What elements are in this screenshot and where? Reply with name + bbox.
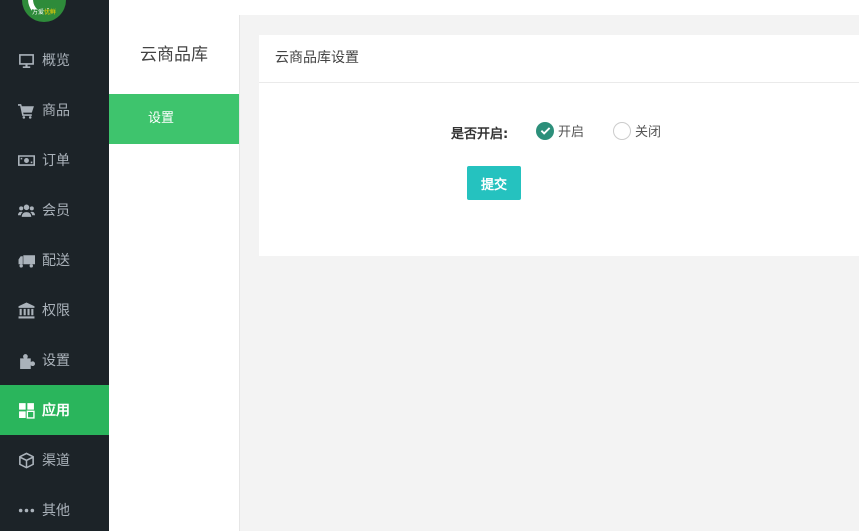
sidebar-item-goods[interactable]: 商品 — [0, 85, 109, 135]
sidebar-item-other[interactable]: 其他 — [0, 485, 109, 531]
users-icon — [17, 201, 35, 219]
money-icon — [17, 151, 35, 169]
top-bar — [109, 0, 859, 15]
ellipsis-icon — [17, 501, 35, 519]
brand-logo[interactable]: 万爱优鲜 — [22, 0, 66, 22]
sidebar-item-overview[interactable]: 概览 — [0, 35, 109, 85]
panel-title: 云商品库设置 — [259, 35, 859, 83]
radio-enable[interactable]: 开启 — [536, 121, 584, 140]
app-root: 万爱优鲜 概览 商品 订单 会员 配送 权限 设置 应用 渠道 其他 云商品库 … — [0, 0, 859, 531]
radio-disable[interactable]: 关闭 — [613, 121, 661, 140]
bank-icon — [17, 301, 35, 319]
cart-icon — [17, 101, 35, 119]
logo-text: 万爱优鲜 — [32, 9, 57, 17]
settings-panel: 云商品库设置 是否开启: 开启 关闭 提交 — [259, 35, 859, 256]
subnav-title: 云商品库 — [140, 45, 208, 65]
monitor-icon — [17, 51, 35, 69]
enable-field-label: 是否开启: — [451, 127, 509, 142]
sidebar-item-label: 会员 — [42, 203, 70, 219]
sidebar-item-apps[interactable]: 应用 — [0, 385, 109, 435]
sidebar-item-label: 订单 — [42, 153, 70, 169]
sidebar-item-label: 配送 — [42, 253, 70, 269]
radio-enable-label: 开启 — [558, 125, 585, 140]
main-sidebar: 万爱优鲜 概览 商品 订单 会员 配送 权限 设置 应用 渠道 其他 — [0, 0, 109, 531]
sidebar-item-label: 其他 — [42, 503, 70, 519]
radio-disable-label: 关闭 — [635, 125, 662, 140]
sidebar-item-members[interactable]: 会员 — [0, 185, 109, 235]
secondary-sidebar: 云商品库 设置 — [109, 15, 240, 531]
sidebar-item-label: 权限 — [42, 303, 70, 319]
sidebar-item-delivery[interactable]: 配送 — [0, 235, 109, 285]
sidebar-item-label: 设置 — [42, 353, 70, 369]
puzzle-icon — [17, 351, 35, 369]
apps-icon — [17, 401, 35, 419]
sidebar-item-channels[interactable]: 渠道 — [0, 435, 109, 485]
radio-empty-icon — [613, 121, 631, 140]
sidebar-item-label: 概览 — [42, 53, 70, 69]
sidebar-item-settings[interactable]: 设置 — [0, 335, 109, 385]
subnav-item-settings[interactable]: 设置 — [109, 94, 239, 144]
sidebar-item-label: 商品 — [42, 103, 70, 119]
sidebar-item-orders[interactable]: 订单 — [0, 135, 109, 185]
cube-icon — [17, 451, 35, 469]
sidebar-item-permissions[interactable]: 权限 — [0, 285, 109, 335]
sidebar-item-label: 渠道 — [42, 453, 70, 469]
enable-field-row: 是否开启: 开启 关闭 — [259, 119, 859, 143]
sidebar-item-label: 应用 — [42, 403, 70, 419]
truck-icon — [17, 251, 35, 269]
check-icon — [536, 121, 554, 140]
submit-button[interactable]: 提交 — [467, 166, 521, 200]
